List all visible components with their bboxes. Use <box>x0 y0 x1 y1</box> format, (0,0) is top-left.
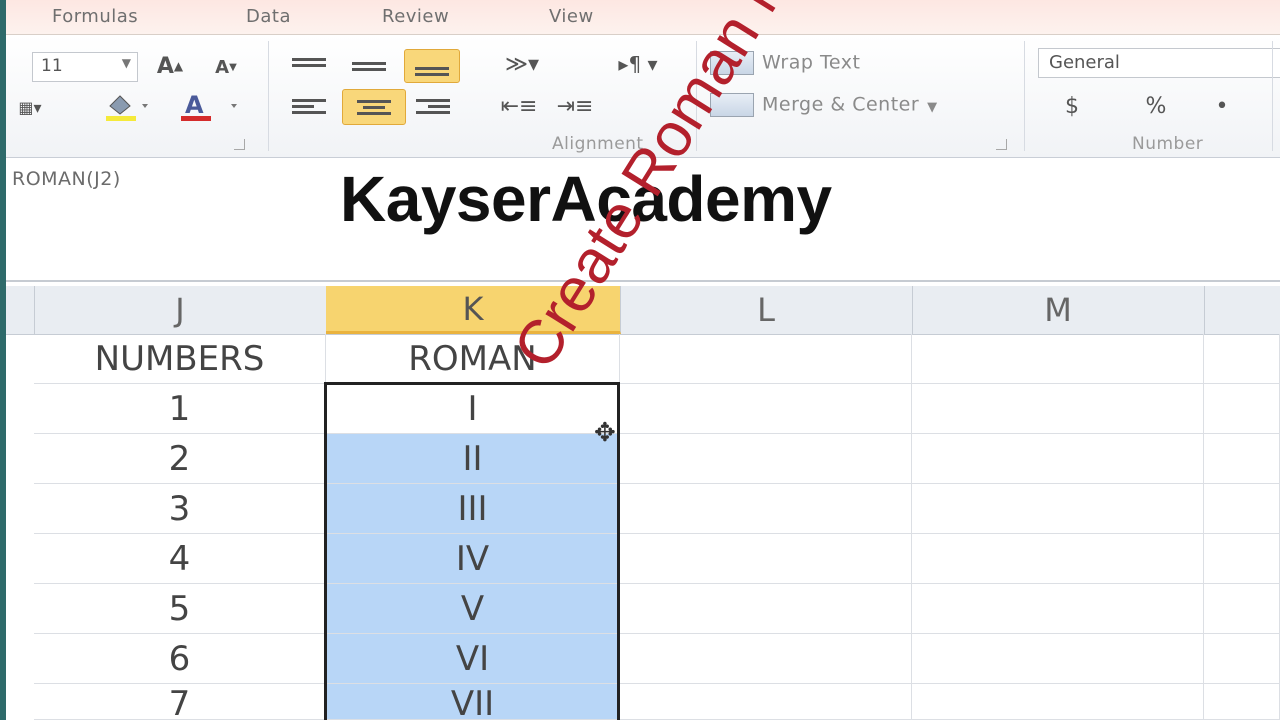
table-cell-roman[interactable]: IV <box>326 534 620 584</box>
table-cell-header-numbers[interactable]: NUMBERS <box>34 334 326 384</box>
table-cell[interactable] <box>912 484 1204 534</box>
increase-indent-icon[interactable]: ⇥≡ <box>552 91 598 121</box>
table-cell[interactable] <box>912 434 1204 484</box>
table-cell-number[interactable]: 5 <box>34 584 326 634</box>
table-cell[interactable] <box>1204 534 1280 584</box>
table-cell[interactable] <box>620 484 912 534</box>
table-cell-roman[interactable]: VII <box>326 684 620 724</box>
number-format-value: General <box>1049 52 1120 73</box>
table-cell[interactable] <box>1204 334 1280 384</box>
font-size-dropdown[interactable]: 11 ▼ <box>32 52 138 82</box>
table-cell-roman-active[interactable]: I <box>326 384 620 434</box>
alignment-dialog-launcher[interactable] <box>996 139 1007 150</box>
wrap-text-label: Wrap Text <box>762 51 861 74</box>
ribbon-tab-bar: Formulas Data Review View <box>6 0 1280 35</box>
table-cell[interactable] <box>620 384 912 434</box>
table-cell[interactable] <box>912 384 1204 434</box>
align-left-icon[interactable] <box>286 91 332 121</box>
group-separator <box>268 41 269 151</box>
formula-text: ROMAN(J2) <box>12 168 121 190</box>
table-cell[interactable] <box>620 684 912 720</box>
bottom-align-icon[interactable] <box>404 49 460 83</box>
font-dialog-launcher[interactable] <box>234 139 245 150</box>
table-cell[interactable] <box>912 334 1204 384</box>
tab-view[interactable]: View <box>549 6 594 27</box>
table-cell-number[interactable]: 3 <box>34 484 326 534</box>
top-align-icon[interactable] <box>286 47 332 77</box>
table-cell-roman[interactable]: V <box>326 584 620 634</box>
row-header-corner[interactable] <box>6 286 35 334</box>
column-header-l[interactable]: L <box>620 286 913 334</box>
increase-font-size-icon[interactable]: A ▲ <box>150 51 190 81</box>
table-cell[interactable] <box>620 534 912 584</box>
column-header-m[interactable]: M <box>912 286 1205 334</box>
number-group-label: Number <box>1132 134 1204 154</box>
column-header-row: J K L M <box>6 286 1280 335</box>
decrease-indent-icon[interactable]: ⇤≡ <box>496 91 542 121</box>
table-cell[interactable] <box>912 634 1204 684</box>
number-format-dropdown[interactable]: General <box>1038 48 1280 78</box>
move-cursor-icon: ✥ <box>594 418 616 448</box>
table-cell-number[interactable]: 6 <box>34 634 326 684</box>
decrease-font-size-icon[interactable]: A ▼ <box>208 53 244 81</box>
tab-formulas[interactable]: Formulas <box>52 6 138 27</box>
font-size-value: 11 <box>41 56 63 76</box>
column-header-j[interactable]: J <box>34 286 327 334</box>
merge-center-label: Merge & Center <box>762 93 920 116</box>
merge-center-button[interactable]: Merge & Center ▼ <box>710 93 938 117</box>
table-cell[interactable] <box>1204 484 1280 534</box>
comma-style-button[interactable]: • <box>1202 91 1242 121</box>
tab-data[interactable]: Data <box>246 6 291 27</box>
table-cell-number[interactable]: 4 <box>34 534 326 584</box>
table-cell-number[interactable]: 1 <box>34 384 326 434</box>
table-cell[interactable] <box>1204 684 1280 720</box>
tab-review[interactable]: Review <box>382 6 449 27</box>
group-separator <box>1272 41 1273 151</box>
table-cell[interactable] <box>1204 584 1280 634</box>
table-cell[interactable] <box>1204 634 1280 684</box>
table-cell[interactable] <box>912 584 1204 634</box>
table-cell-roman[interactable]: III <box>326 484 620 534</box>
table-cell[interactable] <box>620 434 912 484</box>
align-right-icon[interactable] <box>410 91 456 121</box>
font-color-icon[interactable]: A <box>176 91 246 123</box>
svg-text:A: A <box>185 92 204 119</box>
table-cell-roman[interactable]: II <box>326 434 620 484</box>
chevron-down-icon: ▼ <box>927 99 938 115</box>
fill-color-icon[interactable] <box>98 91 158 123</box>
table-cell[interactable] <box>620 334 912 384</box>
percent-button[interactable]: % <box>1136 91 1176 121</box>
borders-icon[interactable]: ▦▾ <box>10 93 50 121</box>
table-cell-number[interactable]: 2 <box>34 434 326 484</box>
orientation-icon[interactable]: ≫▾ <box>490 49 554 79</box>
middle-align-icon[interactable] <box>346 51 392 81</box>
table-cell[interactable] <box>912 684 1204 720</box>
table-cell[interactable] <box>1204 434 1280 484</box>
currency-icon[interactable]: $ <box>1052 91 1092 121</box>
align-center-icon[interactable] <box>342 89 406 125</box>
group-separator <box>1024 41 1025 151</box>
chevron-down-icon: ▼ <box>121 56 131 70</box>
table-cell-number[interactable]: 7 <box>34 684 326 724</box>
table-cell[interactable] <box>620 584 912 634</box>
table-cell-roman[interactable]: VI <box>326 634 620 684</box>
table-cell[interactable] <box>620 634 912 684</box>
table-cell[interactable] <box>1204 384 1280 434</box>
table-cell[interactable] <box>912 534 1204 584</box>
